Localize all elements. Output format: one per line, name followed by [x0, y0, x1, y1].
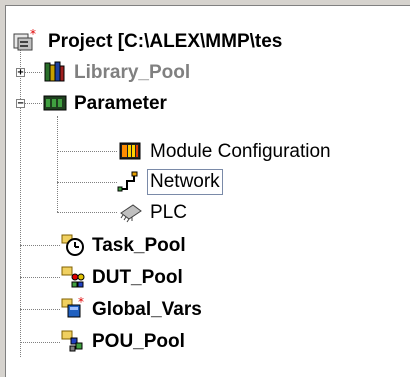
- tree-item-task-pool[interactable]: Task_Pool: [92, 234, 186, 258]
- task-clock-icon: [60, 232, 86, 258]
- tree-item-global-vars[interactable]: Global_Vars: [92, 298, 202, 322]
- project-tree[interactable]: * Project [C:\ALEX\MMP\tes + Library_Poo…: [5, 5, 410, 377]
- dut-pool-icon: [60, 264, 86, 290]
- tree-item-dut-pool[interactable]: DUT_Pool: [92, 266, 183, 290]
- tree-item-library-pool[interactable]: Library_Pool: [74, 61, 190, 85]
- plc-chip-icon: [117, 199, 143, 225]
- tree-item-pou-pool[interactable]: POU_Pool: [92, 330, 185, 354]
- tree-item-module-configuration[interactable]: Module Configuration: [150, 140, 331, 164]
- network-icon: [117, 169, 143, 195]
- svg-text:*: *: [30, 28, 36, 41]
- global-vars-icon: *: [60, 295, 86, 322]
- expand-library-pool[interactable]: +: [16, 67, 25, 77]
- project-modified-icon: *: [12, 27, 38, 54]
- tree-item-network[interactable]: Network: [147, 169, 223, 195]
- tree-item-plc[interactable]: PLC: [150, 201, 187, 225]
- tree-item-parameter[interactable]: Parameter: [74, 92, 167, 116]
- svg-text:*: *: [78, 296, 84, 309]
- module-configuration-icon: [117, 138, 143, 164]
- collapse-parameter[interactable]: −: [16, 98, 25, 108]
- pou-pool-icon: [60, 328, 86, 354]
- tree-root-label[interactable]: Project [C:\ALEX\MMP\tes: [48, 30, 282, 54]
- parameter-module-icon: [42, 90, 68, 116]
- library-books-icon: [42, 59, 68, 85]
